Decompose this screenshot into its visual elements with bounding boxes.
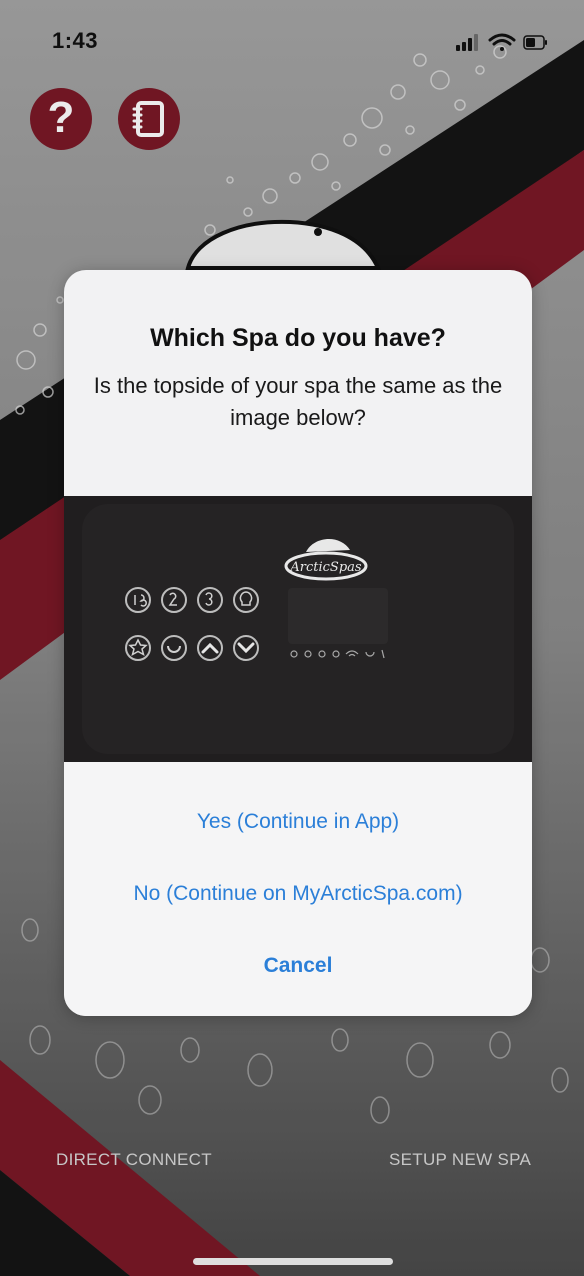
dialog-message: Is the topside of your spa the same as t… (93, 373, 503, 430)
dialog-actions: Yes (Continue in App) No (Continue on My… (64, 762, 532, 1016)
cancel-button[interactable]: Cancel (64, 954, 532, 978)
topside-panel-image: ArcticSpas (64, 496, 532, 762)
no-continue-on-web-button[interactable]: No (Continue on MyArcticSpa.com) (64, 882, 532, 906)
yes-continue-in-app-button[interactable]: Yes (Continue in App) (64, 810, 532, 834)
topside-panel-drawing: ArcticSpas (82, 504, 514, 754)
spa-type-dialog: Which Spa do you have? Is the topside of… (64, 270, 532, 1016)
app-screen: 1:43 ? DIRECT CONNECT SETUP NEW SPA Whic… (0, 0, 584, 1276)
logo-text: ArcticSpas (289, 560, 362, 575)
dialog-title: Which Spa do you have? (150, 324, 446, 352)
